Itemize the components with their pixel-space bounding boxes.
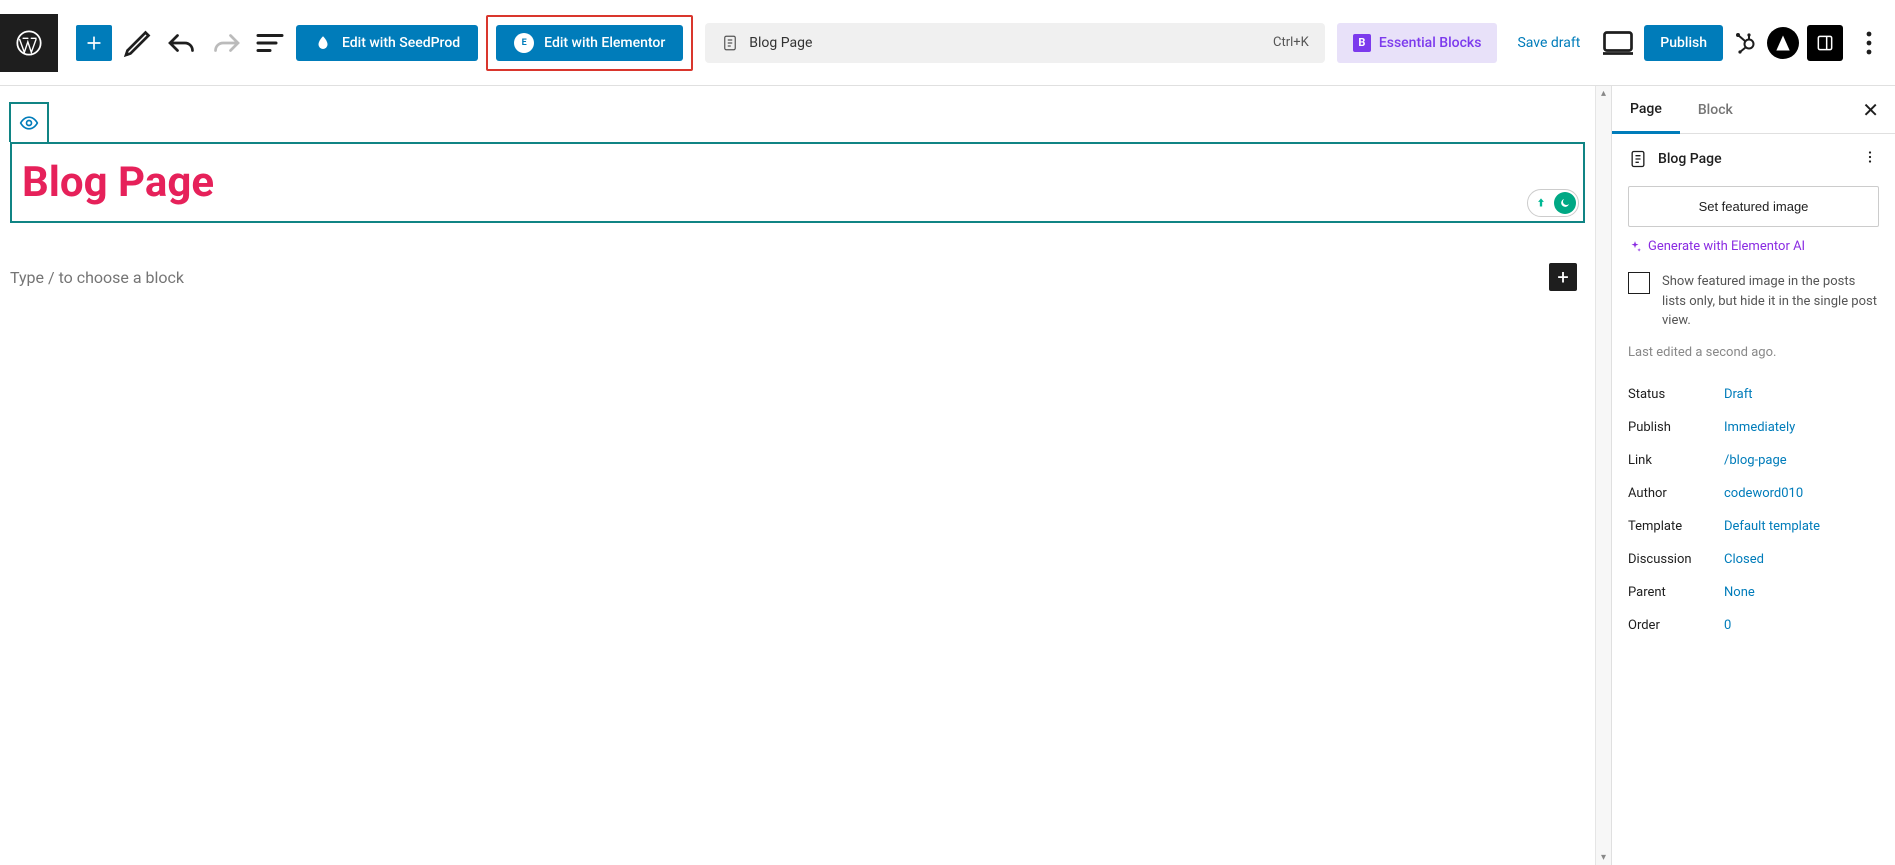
meta-status: StatusDraft <box>1628 378 1879 411</box>
badge-arrow[interactable] <box>1530 192 1552 214</box>
more-vertical-icon <box>1851 25 1887 61</box>
generate-ai-link[interactable]: Generate with Elementor AI <box>1628 239 1879 254</box>
author-value[interactable]: codeword010 <box>1724 486 1803 501</box>
publish-button[interactable]: Publish <box>1644 25 1723 61</box>
publish-label: Publish <box>1660 35 1707 51</box>
options-button[interactable] <box>1851 25 1887 61</box>
tools-button[interactable] <box>120 25 156 61</box>
top-toolbar: Edit with SeedProd E Edit with Elementor… <box>0 0 1895 86</box>
order-value[interactable]: 0 <box>1724 618 1731 633</box>
elementor-label: Edit with Elementor <box>544 35 665 51</box>
tab-page[interactable]: Page <box>1612 86 1680 134</box>
title-block[interactable]: Blog Page <box>10 142 1585 223</box>
moon-icon <box>1559 197 1571 209</box>
pencil-icon <box>120 25 156 61</box>
essential-blocks-button[interactable]: B Essential Blocks <box>1337 23 1498 63</box>
meta-publish: PublishImmediately <box>1628 411 1879 444</box>
meta-discussion: DiscussionClosed <box>1628 543 1879 576</box>
scrollbar[interactable]: ▴ ▾ <box>1595 86 1611 865</box>
document-title-bar[interactable]: Blog Page Ctrl+K <box>705 23 1325 63</box>
badge-chat[interactable] <box>1554 192 1576 214</box>
upload-icon <box>1534 196 1548 210</box>
set-featured-image-button[interactable]: Set featured image <box>1628 186 1879 227</box>
sparkle-icon <box>1628 240 1642 254</box>
scroll-up-icon[interactable]: ▴ <box>1596 88 1611 99</box>
scroll-down-icon[interactable]: ▾ <box>1596 852 1611 863</box>
gen-ai-label: Generate with Elementor AI <box>1648 239 1805 254</box>
hubspot-button[interactable] <box>1731 29 1759 57</box>
close-sidebar-button[interactable]: ✕ <box>1854 98 1887 122</box>
document-overview-button[interactable] <box>252 25 288 61</box>
meta-link: Link/blog-page <box>1628 444 1879 477</box>
meta-template: TemplateDefault template <box>1628 510 1879 543</box>
essential-blocks-icon: B <box>1353 34 1371 52</box>
sidebar-toggle-button[interactable] <box>1807 25 1843 61</box>
sidebar-body: Blog Page Set featured image Generate wi… <box>1612 134 1895 656</box>
page-summary-row: Blog Page <box>1628 148 1879 170</box>
sidebar-page-name: Blog Page <box>1658 151 1722 167</box>
featured-checkbox[interactable] <box>1628 272 1650 294</box>
block-placeholder: Type / to choose a block <box>10 268 1549 287</box>
page-icon <box>721 34 739 52</box>
last-edited-text: Last edited a second ago. <box>1628 345 1879 360</box>
astra-button[interactable] <box>1767 27 1799 59</box>
plus-icon <box>84 33 104 53</box>
meta-author: Authorcodeword010 <box>1628 477 1879 510</box>
featured-checkbox-row: Show featured image in the posts lists o… <box>1628 272 1879 331</box>
seedprod-label: Edit with SeedProd <box>342 35 460 51</box>
discussion-value[interactable]: Closed <box>1724 552 1764 567</box>
elementor-highlight-box: E Edit with Elementor <box>486 15 693 71</box>
hubspot-icon <box>1733 31 1757 55</box>
editor-canvas[interactable]: Blog Page Type / to choose a block + <box>0 86 1595 865</box>
publish-value[interactable]: Immediately <box>1724 420 1795 435</box>
doc-title-text: Blog Page <box>749 35 812 51</box>
undo-icon <box>164 25 200 61</box>
link-value[interactable]: /blog-page <box>1724 453 1787 468</box>
sidebar-tabs: Page Block ✕ <box>1612 86 1895 134</box>
eye-icon <box>19 113 39 133</box>
redo-button <box>208 25 244 61</box>
edit-seedprod-button[interactable]: Edit with SeedProd <box>296 25 478 61</box>
meta-order: Order0 <box>1628 609 1879 642</box>
undo-button[interactable] <box>164 25 200 61</box>
visibility-tab[interactable] <box>9 102 49 142</box>
tab-block[interactable]: Block <box>1680 86 1751 134</box>
featured-checkbox-label: Show featured image in the posts lists o… <box>1662 272 1879 331</box>
wordpress-icon <box>15 29 43 57</box>
list-icon <box>252 25 288 61</box>
parent-value[interactable]: None <box>1724 585 1755 600</box>
panel-icon <box>1815 33 1835 53</box>
main-area: Blog Page Type / to choose a block + ▴ ▾… <box>0 86 1895 865</box>
add-block-inline-button[interactable]: + <box>1549 263 1577 291</box>
page-actions-button[interactable] <box>1861 148 1879 170</box>
page-icon <box>1628 149 1648 169</box>
meta-parent: ParentNone <box>1628 576 1879 609</box>
seedprod-icon <box>314 34 332 52</box>
more-vertical-icon <box>1861 148 1879 166</box>
elementor-icon: E <box>514 33 534 53</box>
paragraph-block[interactable]: Type / to choose a block + <box>10 263 1585 291</box>
title-badges <box>1527 189 1579 217</box>
redo-icon <box>208 25 244 61</box>
shortcut-hint: Ctrl+K <box>1273 35 1309 50</box>
page-title[interactable]: Blog Page <box>22 158 1573 207</box>
settings-sidebar: Page Block ✕ Blog Page Set featured imag… <box>1611 86 1895 865</box>
add-block-button[interactable] <box>76 25 112 61</box>
status-value[interactable]: Draft <box>1724 387 1753 402</box>
essential-blocks-label: Essential Blocks <box>1379 35 1482 51</box>
wordpress-logo[interactable] <box>0 14 58 72</box>
device-icon <box>1600 25 1636 61</box>
edit-elementor-button[interactable]: E Edit with Elementor <box>496 25 683 61</box>
astra-icon <box>1773 33 1793 53</box>
template-value[interactable]: Default template <box>1724 519 1820 534</box>
save-draft-button[interactable]: Save draft <box>1505 35 1592 51</box>
preview-button[interactable] <box>1600 25 1636 61</box>
